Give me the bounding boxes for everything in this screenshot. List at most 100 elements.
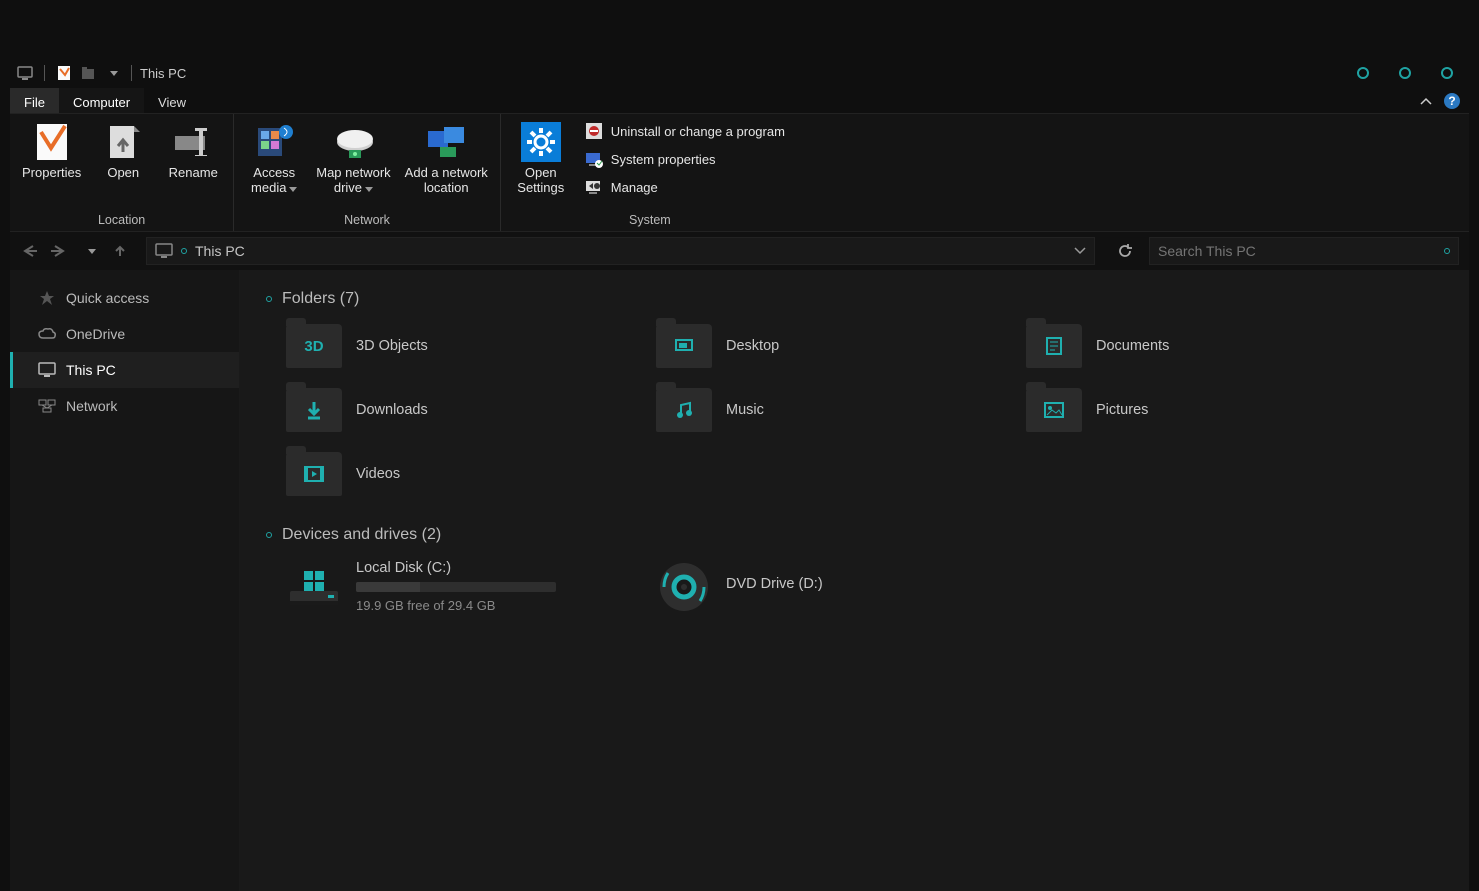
folder-videos[interactable]: Videos bbox=[286, 452, 626, 496]
folder-3d-objects[interactable]: 3D 3D Objects bbox=[286, 324, 626, 368]
ribbon-group-location-label: Location bbox=[10, 213, 233, 231]
maximize-button[interactable] bbox=[1399, 67, 1411, 79]
map-drive-label: Map network drive bbox=[316, 166, 390, 196]
sidebar: Quick access OneDrive This PC Network bbox=[10, 270, 240, 891]
section-drives-label: Devices and drives (2) bbox=[282, 526, 441, 544]
rename-label: Rename bbox=[169, 166, 218, 181]
uninstall-program-button[interactable]: Uninstall or change a program bbox=[581, 120, 789, 142]
ribbon-collapse: ? bbox=[1419, 88, 1469, 113]
system-properties-button[interactable]: System properties bbox=[581, 148, 789, 170]
sidebar-item-label: Network bbox=[66, 398, 117, 414]
back-button[interactable] bbox=[20, 241, 40, 261]
address-dropdown-icon[interactable] bbox=[1074, 247, 1086, 255]
drive-free-text: 19.9 GB free of 29.4 GB bbox=[356, 598, 556, 613]
drive-local-c[interactable]: Local Disk (C:) 19.9 GB free of 29.4 GB bbox=[286, 560, 626, 613]
drive-label: DVD Drive (D:) bbox=[726, 576, 823, 592]
network-icon bbox=[38, 399, 56, 413]
breadcrumb[interactable]: This PC bbox=[195, 243, 245, 259]
open-settings-button[interactable]: Open Settings bbox=[511, 118, 571, 200]
drive-dvd-d[interactable]: DVD Drive (D:) bbox=[656, 560, 996, 613]
folder-music[interactable]: Music bbox=[656, 388, 996, 432]
tab-view[interactable]: View bbox=[144, 88, 200, 113]
ribbon-group-network: Access media Map network drive Add a net… bbox=[234, 114, 501, 231]
section-folders[interactable]: Folders (7) bbox=[266, 290, 1443, 308]
collapse-icon bbox=[266, 296, 272, 302]
folder-label: Music bbox=[726, 402, 764, 418]
folders-grid: 3D 3D Objects Desktop Documents Download… bbox=[286, 324, 1443, 496]
search-icon bbox=[1444, 248, 1450, 254]
quick-access-toolbar bbox=[16, 64, 136, 82]
sidebar-item-quick-access[interactable]: Quick access bbox=[10, 280, 239, 316]
folder-icon bbox=[286, 452, 342, 496]
section-drives[interactable]: Devices and drives (2) bbox=[266, 526, 1443, 544]
properties-button[interactable]: Properties bbox=[20, 118, 83, 185]
folder-icon: 3D bbox=[286, 324, 342, 368]
folder-downloads[interactable]: Downloads bbox=[286, 388, 626, 432]
access-media-label: Access media bbox=[251, 166, 297, 196]
open-settings-label: Open Settings bbox=[517, 166, 564, 196]
add-location-label: Add a network location bbox=[405, 166, 488, 196]
forward-button[interactable] bbox=[50, 241, 70, 261]
access-media-icon bbox=[254, 122, 294, 162]
window-buttons bbox=[1357, 67, 1463, 79]
new-folder-qat-icon[interactable] bbox=[79, 64, 97, 82]
manage-label: Manage bbox=[611, 180, 658, 195]
disk-icon bbox=[286, 565, 342, 609]
folder-icon bbox=[286, 388, 342, 432]
explorer-window: This PC File Computer View ? Propertie bbox=[10, 58, 1469, 891]
access-media-button[interactable]: Access media bbox=[244, 118, 304, 200]
folder-pictures[interactable]: Pictures bbox=[1026, 388, 1366, 432]
folder-documents[interactable]: Documents bbox=[1026, 324, 1366, 368]
content-pane: Folders (7) 3D 3D Objects Desktop Docume… bbox=[240, 270, 1469, 891]
tab-file[interactable]: File bbox=[10, 88, 59, 113]
collapse-ribbon-icon[interactable] bbox=[1419, 96, 1433, 106]
ribbon-group-location: Properties Open Rename Location bbox=[10, 114, 234, 231]
help-icon[interactable]: ? bbox=[1443, 92, 1461, 110]
folder-desktop[interactable]: Desktop bbox=[656, 324, 996, 368]
drive-usage-bar bbox=[356, 582, 556, 592]
recent-locations-button[interactable] bbox=[80, 241, 100, 261]
star-icon bbox=[38, 290, 56, 306]
qat-dropdown-icon[interactable] bbox=[103, 64, 121, 82]
close-button[interactable] bbox=[1441, 67, 1453, 79]
pc-icon bbox=[16, 64, 34, 82]
tab-computer[interactable]: Computer bbox=[59, 88, 144, 113]
minimize-button[interactable] bbox=[1357, 67, 1369, 79]
cloud-icon bbox=[38, 328, 56, 340]
search-box[interactable] bbox=[1149, 237, 1459, 265]
uninstall-label: Uninstall or change a program bbox=[611, 124, 785, 139]
properties-label: Properties bbox=[22, 166, 81, 181]
properties-qat-icon[interactable] bbox=[55, 64, 73, 82]
folder-label: 3D Objects bbox=[356, 338, 428, 354]
body: Quick access OneDrive This PC Network Fo… bbox=[10, 270, 1469, 891]
rename-button[interactable]: Rename bbox=[163, 118, 223, 185]
map-network-drive-button[interactable]: Map network drive bbox=[314, 118, 392, 200]
properties-icon bbox=[32, 122, 72, 162]
ribbon-group-system: Open Settings Uninstall or change a prog… bbox=[501, 114, 799, 231]
up-button[interactable] bbox=[110, 241, 130, 261]
sidebar-item-this-pc[interactable]: This PC bbox=[10, 352, 239, 388]
open-button[interactable]: Open bbox=[93, 118, 153, 185]
search-input[interactable] bbox=[1158, 243, 1408, 259]
collapse-icon bbox=[266, 532, 272, 538]
sidebar-item-onedrive[interactable]: OneDrive bbox=[10, 316, 239, 352]
folder-icon bbox=[656, 324, 712, 368]
dvd-icon bbox=[656, 565, 712, 609]
drives-grid: Local Disk (C:) 19.9 GB free of 29.4 GB … bbox=[286, 560, 1443, 613]
manage-button[interactable]: Manage bbox=[581, 176, 789, 198]
refresh-button[interactable] bbox=[1111, 237, 1139, 265]
folder-label: Pictures bbox=[1096, 402, 1148, 418]
add-network-location-icon bbox=[426, 122, 466, 162]
section-folders-label: Folders (7) bbox=[282, 290, 359, 308]
add-network-location-button[interactable]: Add a network location bbox=[403, 118, 490, 200]
rename-icon bbox=[173, 122, 213, 162]
folder-label: Downloads bbox=[356, 402, 428, 418]
address-bar[interactable]: This PC bbox=[146, 237, 1095, 265]
open-label: Open bbox=[107, 166, 139, 181]
sidebar-item-network[interactable]: Network bbox=[10, 388, 239, 424]
ribbon-tabs: File Computer View ? bbox=[10, 88, 1469, 114]
folder-label: Desktop bbox=[726, 338, 779, 354]
pc-icon bbox=[38, 362, 56, 378]
manage-icon bbox=[585, 178, 603, 196]
sidebar-item-label: OneDrive bbox=[66, 326, 125, 342]
